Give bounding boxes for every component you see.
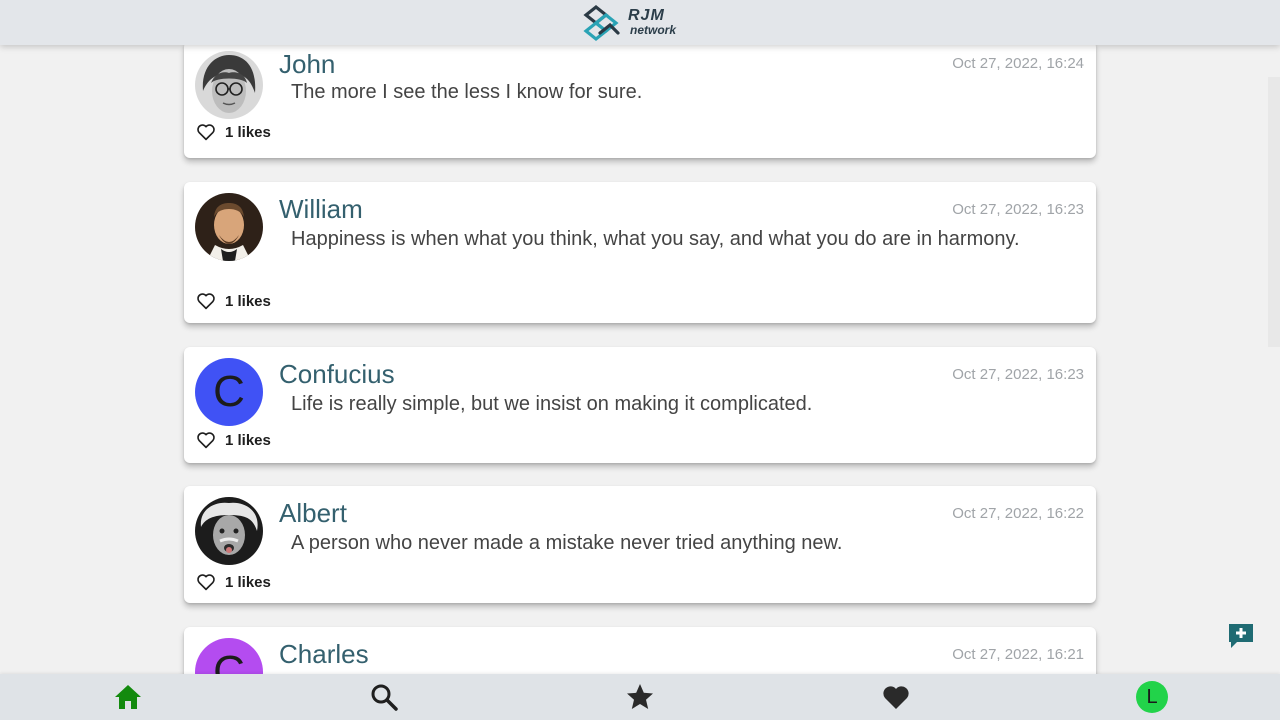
nav-likes[interactable]: [880, 681, 912, 713]
like-count: 1 likes: [225, 123, 271, 141]
heart-outline-icon: [197, 124, 215, 141]
scrollbar[interactable]: [1268, 77, 1280, 347]
post-author[interactable]: William: [279, 194, 363, 225]
post-timestamp: Oct 27, 2022, 16:24: [952, 55, 1084, 72]
brand-name: RJM: [628, 7, 665, 24]
post-author[interactable]: Charles: [279, 639, 369, 670]
post-text: Life is really simple, but we insist on …: [291, 393, 813, 415]
like-button[interactable]: 1 likes: [196, 292, 271, 310]
avatar-letter: C: [213, 367, 245, 416]
avatar[interactable]: [195, 51, 263, 119]
post-timestamp: Oct 27, 2022, 16:23: [952, 366, 1084, 383]
brand-logo[interactable]: RJM network: [580, 2, 676, 44]
star-icon: [627, 684, 653, 709]
nav-profile[interactable]: L: [1136, 681, 1168, 713]
like-button[interactable]: 1 likes: [196, 573, 271, 591]
brand-subtitle: network: [630, 23, 677, 37]
post-card: C Confucius Oct 27, 2022, 16:23 Life is …: [184, 347, 1096, 463]
post-timestamp: Oct 27, 2022, 16:23: [952, 201, 1084, 218]
profile-avatar: L: [1136, 681, 1168, 713]
like-button[interactable]: 1 likes: [196, 123, 271, 141]
nav-search[interactable]: [368, 681, 400, 713]
like-count: 1 likes: [225, 573, 271, 591]
post-text: A person who never made a mistake never …: [291, 532, 843, 554]
avatar[interactable]: [195, 497, 263, 565]
home-icon: [115, 685, 141, 709]
post-text: The more I see the less I know for sure.: [291, 81, 643, 103]
avatar[interactable]: [195, 193, 263, 261]
like-button[interactable]: 1 likes: [196, 431, 271, 449]
bottom-nav: L: [0, 674, 1280, 720]
post-text: Happiness is when what you think, what y…: [291, 228, 1020, 250]
post-author[interactable]: Albert: [279, 498, 347, 529]
post-timestamp: Oct 27, 2022, 16:22: [952, 505, 1084, 522]
post-timestamp: Oct 27, 2022, 16:21: [952, 646, 1084, 663]
heart-outline-icon: [197, 293, 215, 310]
post-feed[interactable]: John Oct 27, 2022, 16:24 The more I see …: [0, 45, 1280, 674]
nav-favorites[interactable]: [624, 681, 656, 713]
post-author[interactable]: Confucius: [279, 359, 395, 390]
profile-letter: L: [1146, 685, 1158, 708]
heart-outline-icon: [197, 432, 215, 449]
nav-home[interactable]: [112, 681, 144, 713]
post-card: William Oct 27, 2022, 16:23 Happiness is…: [184, 182, 1096, 323]
top-bar: RJM network: [0, 0, 1280, 45]
new-post-button[interactable]: [1226, 621, 1256, 651]
avatar[interactable]: C: [195, 638, 263, 674]
post-card: C Charles Oct 27, 2022, 16:21: [184, 627, 1096, 674]
like-count: 1 likes: [225, 431, 271, 449]
add-comment-icon: [1229, 624, 1253, 648]
search-icon: [371, 684, 398, 711]
post-card: Albert Oct 27, 2022, 16:22 A person who …: [184, 486, 1096, 603]
heart-outline-icon: [197, 574, 215, 591]
post-card: John Oct 27, 2022, 16:24 The more I see …: [184, 45, 1096, 158]
avatar[interactable]: C: [195, 358, 263, 426]
logo-icon: [583, 4, 620, 42]
like-count: 1 likes: [225, 292, 271, 310]
post-author[interactable]: John: [279, 49, 335, 80]
avatar-letter: C: [213, 647, 245, 674]
heart-icon: [883, 686, 909, 709]
